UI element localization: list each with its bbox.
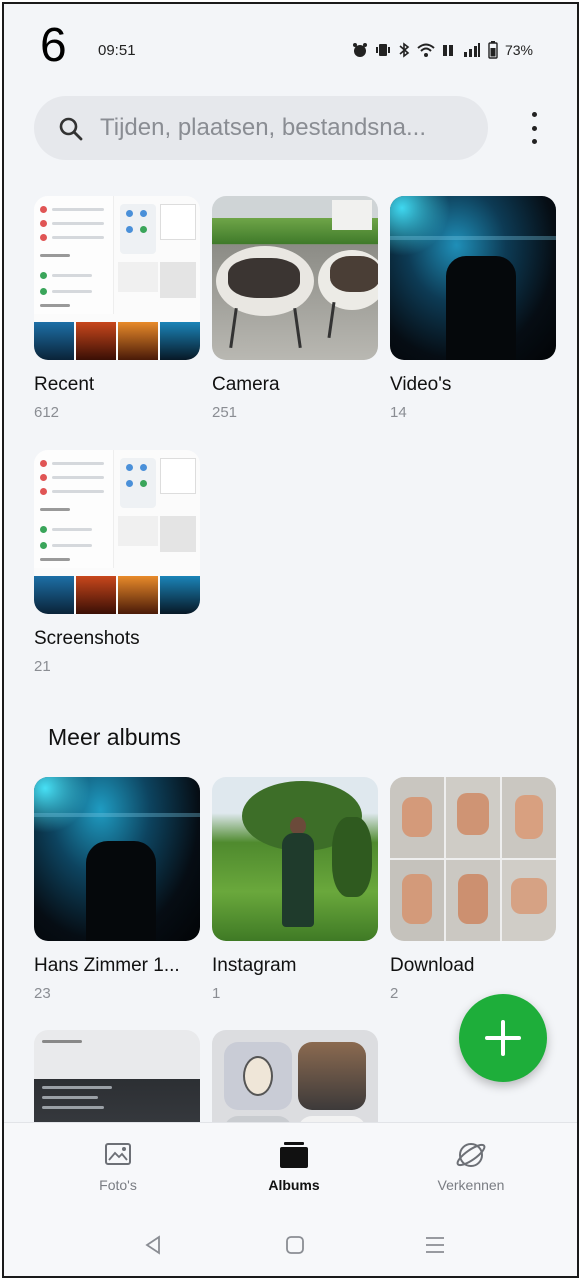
search-input[interactable] [100,96,480,160]
back-icon[interactable] [142,1234,164,1256]
bluetooth-icon [399,42,410,58]
album-name: Camera [212,374,280,395]
wifi-icon [417,43,435,57]
tab-albums[interactable]: Albums [234,1139,354,1193]
album-name: Hans Zimmer 1... [34,955,180,976]
tab-explore[interactable]: Verkennen [411,1139,531,1193]
tab-photos[interactable]: Foto's [58,1139,178,1193]
plus-icon [485,1020,521,1056]
album-name: Instagram [212,955,297,976]
album-recent[interactable]: Recent 612 [34,196,200,421]
status-bar: 09:51 73% [4,34,577,64]
search-icon [59,117,83,141]
album-name: Recent [34,374,95,395]
album-count: 251 [212,404,238,421]
albums-icon [280,1142,308,1168]
album-count: 23 [34,985,51,1002]
album-thumbnail [34,450,200,614]
album-thumbnail [390,196,556,360]
tab-label: Verkennen [437,1177,505,1193]
album-count: 1 [212,985,221,1002]
album-count: 14 [390,404,407,421]
status-time: 09:51 [98,42,136,59]
signal-hd-icon [442,45,453,56]
tab-label: Foto's [99,1177,137,1193]
album-thumbnail [34,196,200,360]
album-name: Video's [390,374,452,395]
album-camera[interactable]: Camera 251 [212,196,378,421]
album-count: 2 [390,985,399,1002]
recent-apps-icon[interactable] [424,1234,446,1256]
status-icons: 73% [352,41,533,59]
tab-label: Albums [268,1177,320,1193]
album-download[interactable]: Download 2 [390,777,556,1002]
album-thumbnail [34,777,200,941]
battery-percentage: 73% [504,42,533,58]
bottom-navigation: Foto's Albums Verkennen [4,1122,577,1212]
explore-icon [456,1143,486,1167]
battery-icon [488,41,498,59]
album-thumbnail [390,777,556,941]
album-instagram[interactable]: Instagram 1 [212,777,378,1002]
album-thumbnail [212,777,378,941]
search-bar[interactable] [34,96,488,160]
album-count: 612 [34,404,60,421]
phone-screen: 6 09:51 73% Tijden, plaatsen, bestandsna… [2,2,579,1278]
add-album-button[interactable] [459,994,547,1082]
album-count: 21 [34,658,51,675]
vibrate-icon [375,44,390,56]
photos-icon [105,1143,131,1165]
home-icon[interactable] [284,1234,306,1256]
album-thumbnail [212,196,378,360]
album-screenshots[interactable]: Screenshots 21 [34,450,200,675]
album-hans-zimmer[interactable]: Hans Zimmer 1... 23 [34,777,200,1002]
album-name: Screenshots [34,628,140,649]
section-title-more-albums: Meer albums [48,724,181,750]
signal-icon [463,43,480,57]
alarm-icon [352,43,367,57]
album-videos[interactable]: Video's 14 [390,196,556,421]
more-options-button[interactable] [524,112,544,144]
album-name: Download [390,955,475,976]
system-navigation-bar [4,1212,577,1276]
